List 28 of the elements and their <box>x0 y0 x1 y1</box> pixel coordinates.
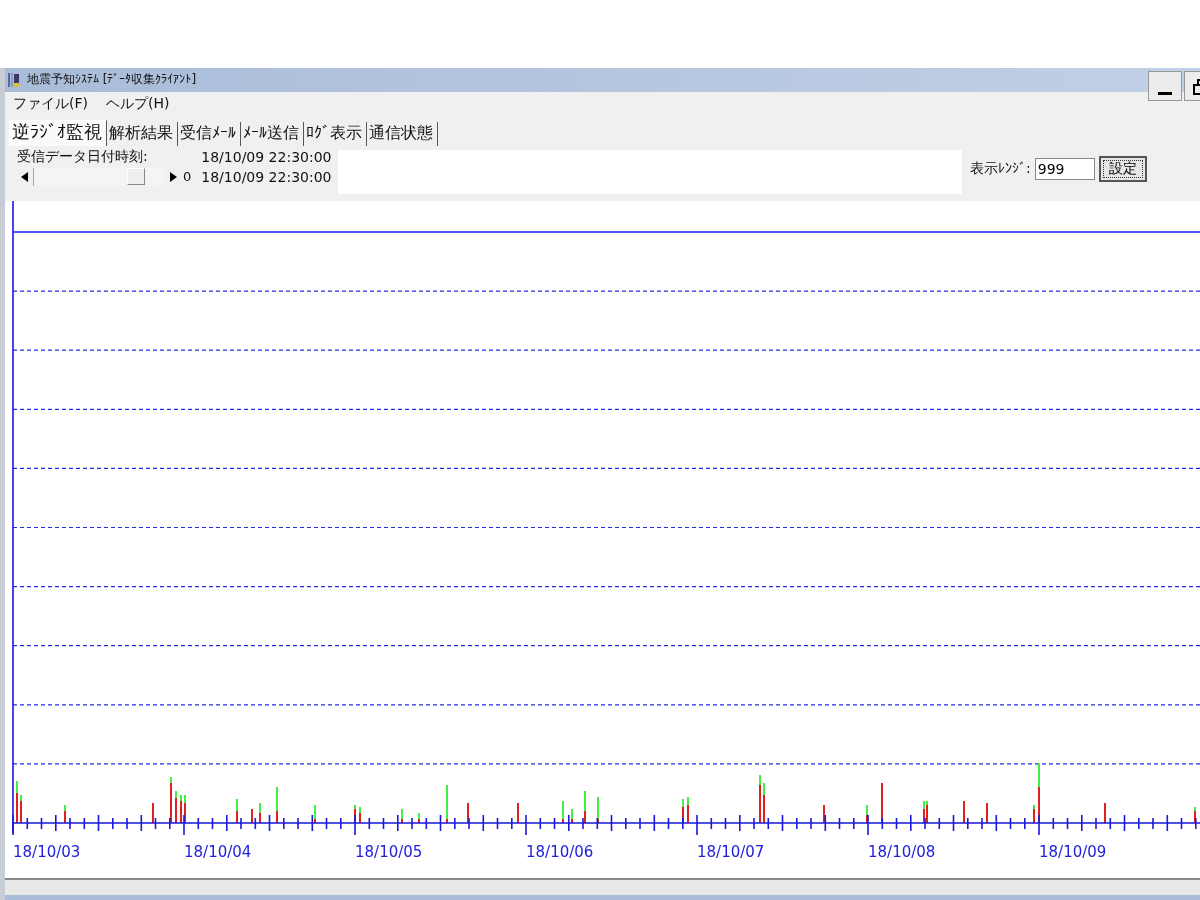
window-title: 地震予知ｼｽﾃﾑ [ﾃﾞｰﾀ収集ｸﾗｲｱﾝﾄ] <box>27 71 197 89</box>
tab[interactable]: 通信状態 <box>367 121 438 146</box>
menu-item[interactable]: ヘルプ(H) <box>104 94 172 113</box>
date-time-label: 受信データ日付時刻: <box>17 147 149 166</box>
axis-date-label: 18/10/04 <box>184 843 252 862</box>
axis-date-label: 18/10/03 <box>13 843 81 862</box>
menu-item[interactable]: ファイル(F) <box>11 94 90 113</box>
slider-thumb[interactable] <box>127 167 146 185</box>
range-input[interactable]: 999 <box>1034 157 1095 180</box>
tab[interactable]: ﾒｰﾙ送信 <box>241 121 304 146</box>
range-label: 表示ﾚﾝｼﾞ: <box>970 159 1031 178</box>
received-time: 18/10/09 22:30:00 <box>201 148 332 165</box>
app-icon <box>7 70 23 89</box>
time-slider[interactable] <box>33 167 165 186</box>
tab[interactable]: 受信ﾒｰﾙ <box>178 121 241 146</box>
axis-date-label: 18/10/08 <box>868 843 936 862</box>
set-button[interactable]: 設定 <box>1098 155 1147 182</box>
axis-date-label: 18/10/06 <box>526 843 594 862</box>
tab[interactable]: ﾛｸﾞ表示 <box>304 121 367 146</box>
slider-time: 18/10/09 22:30:00 <box>201 168 332 185</box>
minimize-icon <box>1158 92 1172 95</box>
axis-date-label: 18/10/09 <box>1039 843 1107 862</box>
minimize-button[interactable] <box>1148 71 1182 101</box>
axis-date-label: 18/10/05 <box>355 843 423 862</box>
axis-date-label: 18/10/07 <box>697 843 765 862</box>
tab[interactable]: 解析結果 <box>107 121 178 146</box>
tab[interactable]: 逆ﾗｼﾞｵ監視 <box>9 119 107 146</box>
slider-value: 0 <box>183 169 192 185</box>
